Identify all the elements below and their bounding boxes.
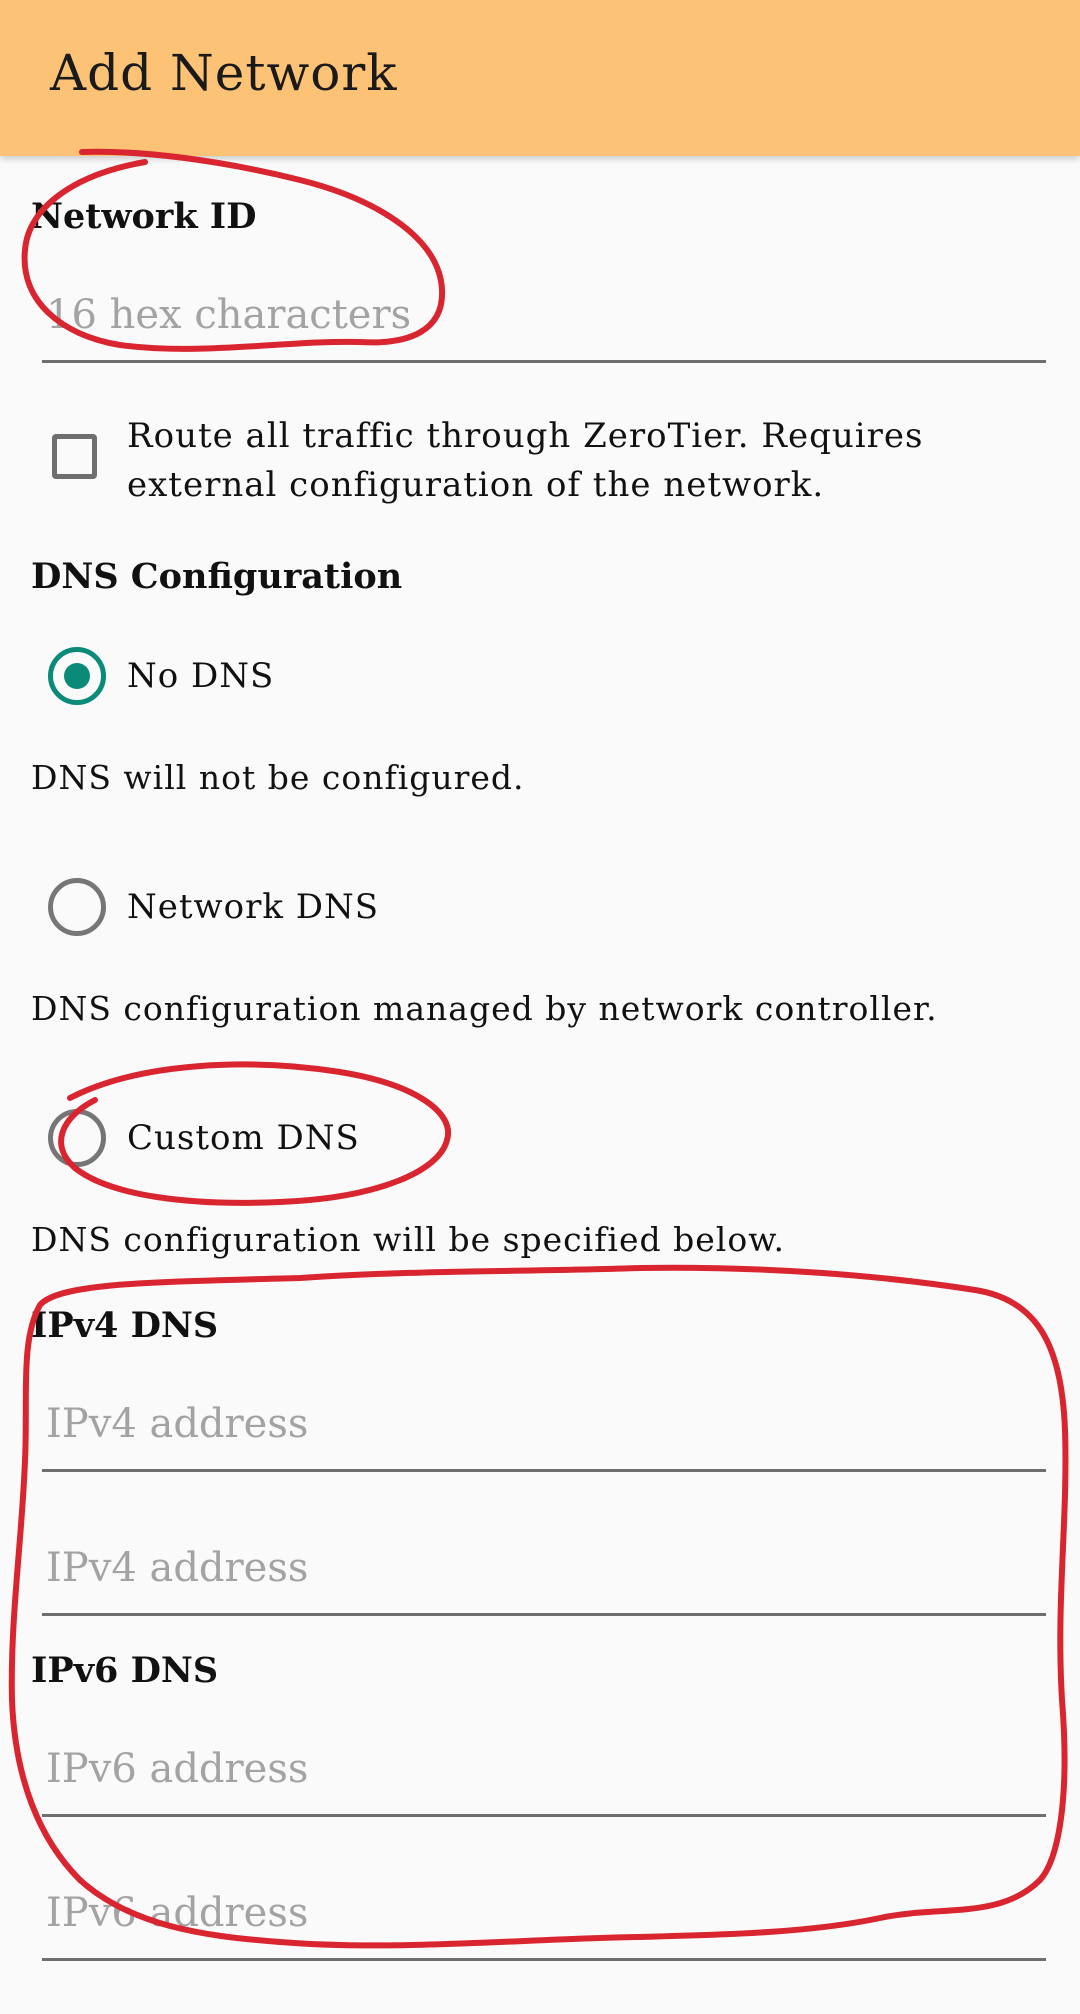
- dns-configuration-label: DNS Configuration: [31, 556, 403, 597]
- ipv4-address-input-1[interactable]: [42, 1379, 1046, 1472]
- radio-network-dns-label[interactable]: Network DNS: [127, 887, 379, 927]
- network-dns-description: DNS configuration managed by network con…: [31, 989, 938, 1028]
- ipv6-address-input-2[interactable]: [42, 1868, 1046, 1961]
- network-id-label: Network ID: [31, 196, 257, 237]
- no-dns-description: DNS will not be configured.: [31, 758, 525, 797]
- route-all-traffic-checkbox[interactable]: [52, 434, 97, 479]
- ipv6-address-input-1[interactable]: [42, 1724, 1046, 1817]
- network-id-input[interactable]: [42, 270, 1046, 363]
- ipv6-dns-label: IPv6 DNS: [31, 1650, 219, 1691]
- radio-network-dns[interactable]: [48, 878, 106, 936]
- route-all-traffic-label: Route all traffic through ZeroTier. Requ…: [127, 416, 924, 505]
- radio-custom-dns-label[interactable]: Custom DNS: [127, 1118, 360, 1158]
- radio-no-dns[interactable]: [48, 647, 106, 705]
- ipv4-address-input-2[interactable]: [42, 1523, 1046, 1616]
- add-network-screen: Add Network Network ID Route all traffic…: [0, 0, 1080, 2014]
- ipv4-dns-label: IPv4 DNS: [31, 1305, 219, 1346]
- radio-custom-dns[interactable]: [48, 1109, 106, 1167]
- app-bar: Add Network: [0, 0, 1080, 156]
- page-title: Add Network: [50, 44, 398, 102]
- radio-no-dns-label[interactable]: No DNS: [127, 656, 274, 696]
- custom-dns-description: DNS configuration will be specified belo…: [31, 1220, 786, 1259]
